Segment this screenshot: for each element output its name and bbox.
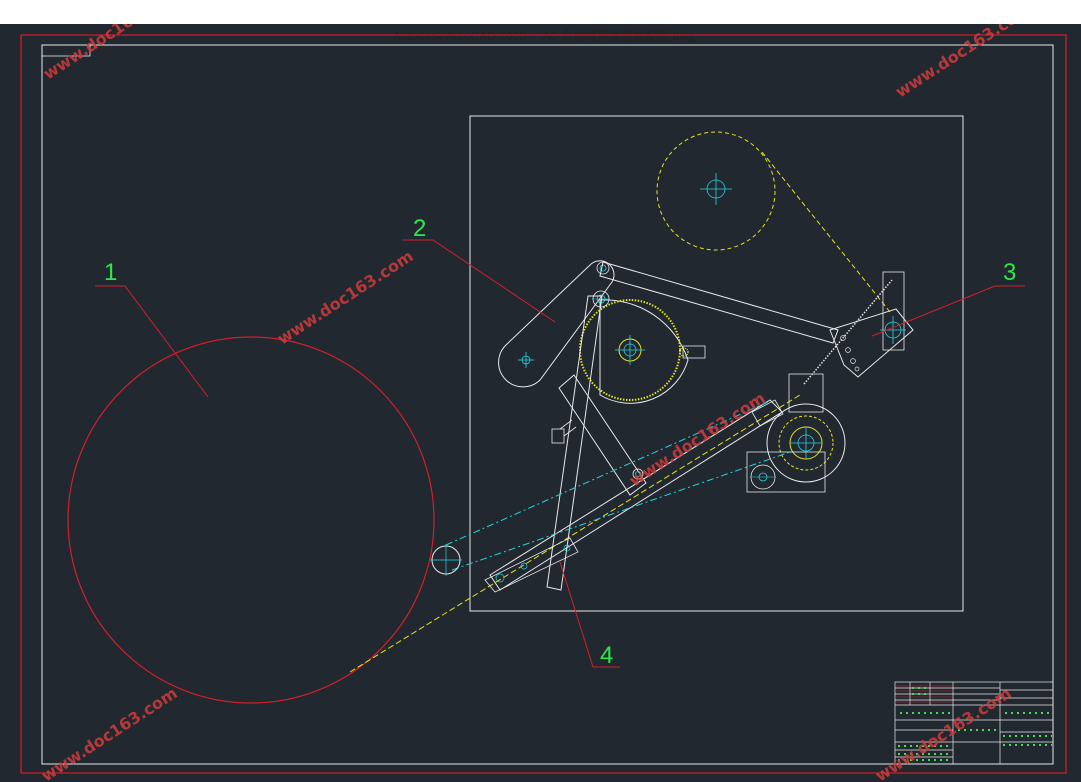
base-plate	[469, 115, 964, 612]
motor-base	[746, 451, 826, 493]
cyan-chain-lower	[451, 451, 791, 571]
watermark-layer: www.doc163.com www.doc163.com www.doc163…	[38, 24, 1035, 782]
swing-arm	[489, 399, 783, 591]
leader-3	[871, 285, 1025, 337]
upper-link-bar	[599, 261, 839, 344]
top-pulley-center-mark	[700, 173, 732, 205]
part-label-2: 2	[413, 215, 426, 242]
svg-text:www.doc163.com: www.doc163.com	[40, 24, 183, 83]
svg-text:www.doc163.com: www.doc163.com	[892, 24, 1035, 101]
inner-frame	[41, 44, 1054, 765]
top-chain-line	[761, 151, 891, 313]
motor-small-pulley	[750, 464, 776, 490]
drive-pulley-center	[789, 426, 823, 460]
svg-text:www.doc163.com: www.doc163.com	[274, 246, 417, 348]
lower-clamp-pins	[495, 544, 571, 583]
leader-2	[403, 239, 556, 323]
outer-frame	[20, 34, 1067, 774]
part-label-4: 4	[600, 642, 613, 669]
rocker-arm-pin	[518, 352, 534, 368]
title-bar: Autodesk AutoCAD 2016 A0-自动缠网装置装配图.dwg	[0, 0, 1081, 43]
tensioner-holes	[840, 335, 860, 372]
svg-text:www.doc163.com: www.doc163.com	[38, 683, 181, 782]
gear-center	[615, 335, 645, 365]
mesh-reel-circle	[67, 336, 435, 704]
idler-sprocket	[430, 544, 462, 576]
gear-sector-body	[599, 299, 689, 404]
part-label-1: 1	[104, 259, 117, 286]
cylinder-small	[551, 419, 577, 444]
mesh-path-line	[349, 394, 801, 673]
svg-text:www.doc163.com: www.doc163.com	[872, 683, 1015, 782]
rocker-arm	[498, 260, 615, 388]
part-label-3: 3	[1003, 259, 1016, 286]
drawing-canvas[interactable]: 1 2 3 4 www.doc163.com www.doc163.com ww…	[0, 24, 1081, 782]
leader-1	[95, 285, 209, 398]
tensioner-plate	[829, 308, 914, 378]
